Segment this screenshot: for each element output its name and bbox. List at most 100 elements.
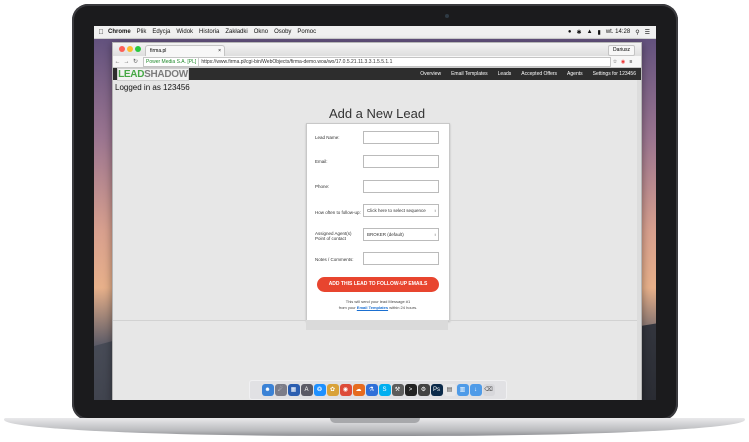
bluetooth-icon[interactable]: ✱: [577, 29, 582, 36]
note-prefix: from your: [338, 305, 356, 310]
url-path: /cgi-bin/WebObjects/firma-demo.woa/wo/17…: [244, 58, 393, 65]
agent-select-value: BROKER (default): [367, 232, 404, 237]
menu-item-edycja[interactable]: Edycja: [152, 29, 170, 35]
wifi-icon[interactable]: ▲: [587, 29, 593, 35]
camera-icon: [445, 14, 449, 18]
menu-clock[interactable]: wt. 14:28: [606, 29, 630, 35]
forward-icon[interactable]: →: [122, 59, 131, 65]
microphone-icon[interactable]: ●: [568, 29, 572, 35]
tools-icon[interactable]: ⚒: [391, 384, 404, 396]
nav-email-templates[interactable]: Email Templates: [451, 71, 488, 77]
laptop-notch: [330, 418, 420, 423]
agent-select[interactable]: BROKER (default) ↕: [363, 228, 439, 241]
notes-input[interactable]: [363, 252, 439, 265]
firefox-icon[interactable]: ☁: [352, 384, 365, 396]
app-store-icon[interactable]: A: [300, 384, 313, 396]
chrome-icon[interactable]: ◉: [339, 384, 352, 396]
battery-icon[interactable]: ▮: [598, 29, 601, 36]
form-note: This will send your lead Message #1 from…: [307, 299, 449, 311]
star-icon[interactable]: ☆: [611, 59, 619, 65]
logo-lead: LEAD: [118, 69, 145, 80]
lead-name-label: Lead Name:: [315, 135, 340, 140]
phone-input[interactable]: [363, 180, 439, 193]
browser-titlebar: firma.pl × Dariusz: [113, 43, 641, 56]
browser-tab[interactable]: firma.pl ×: [145, 45, 225, 56]
nav-accepted-offers[interactable]: Accepted Offers: [521, 71, 557, 77]
agent-label: Assigned Agent(s) Point of contact: [315, 231, 352, 241]
updown-arrow-icon: ↕: [434, 232, 436, 237]
menu-item-zakladki[interactable]: Zakładki: [225, 29, 247, 35]
search-icon[interactable]: ⚲: [635, 29, 639, 36]
menu-item-historia[interactable]: Historia: [199, 29, 219, 35]
skype-icon[interactable]: S: [378, 384, 391, 396]
finder-icon[interactable]: ☻: [261, 384, 274, 396]
nav-settings[interactable]: Settings for 123456: [593, 71, 636, 77]
dock: ☻ ☄ ▦ A ❂ ✿ ◉ ☁ ⚗ S ⚒ > ⚙ Ps ▤ ▥ ↓ ⌫: [249, 380, 507, 400]
tab-title: firma.pl: [150, 48, 167, 54]
logged-in-text: Logged in as 123456: [115, 83, 190, 92]
back-icon[interactable]: ←: [113, 59, 122, 65]
photos-icon[interactable]: ✿: [326, 384, 339, 396]
email-templates-link[interactable]: Email Templates: [357, 305, 388, 310]
menu-status-area: ● ✱ ▲ ▮ wt. 14:28 ⚲ ☰: [568, 29, 656, 36]
email-label: Email:: [315, 159, 328, 164]
nav-leads[interactable]: Leads: [498, 71, 512, 77]
form-footer-strip: [306, 320, 448, 330]
menu-icon[interactable]: ≡: [627, 59, 635, 65]
mission-control-icon[interactable]: ▦: [287, 384, 300, 396]
lead-name-input[interactable]: [363, 131, 439, 144]
nav-overview[interactable]: Overview: [420, 71, 441, 77]
add-lead-button[interactable]: ADD THIS LEAD TO FOLLOW-UP EMAILS: [317, 277, 439, 292]
note-line1: This will send your lead Message #1: [345, 299, 411, 304]
leadshadow-logo[interactable]: LEADSHADOW: [117, 68, 189, 81]
agent-label-line2: Point of contact: [315, 236, 347, 241]
document-icon[interactable]: ▤: [443, 384, 456, 396]
page-title: Add a New Lead: [328, 106, 426, 121]
phone-label: Phone:: [315, 184, 330, 189]
photoshop-icon[interactable]: Ps: [430, 384, 443, 396]
notes-label: Notes / Comments:: [315, 257, 354, 262]
extension-icon[interactable]: ◉: [619, 59, 627, 65]
browser-window: firma.pl × Dariusz ← → ↻ Power Media S.A…: [112, 42, 642, 400]
updown-arrow-icon: ↕: [434, 208, 436, 213]
settings-icon[interactable]: ⚙: [417, 384, 430, 396]
minimize-window-button[interactable]: [127, 46, 133, 52]
menu-item-widok[interactable]: Widok: [176, 29, 193, 35]
browser-toolbar: ← → ↻ Power Media S.A. [PL] https://www.…: [113, 56, 641, 68]
web-page: LEADSHADOW Overview Email Templates Lead…: [113, 68, 641, 400]
trash-icon[interactable]: ⌫: [482, 384, 495, 396]
utility-icon[interactable]: ⚗: [365, 384, 378, 396]
followup-select[interactable]: Click here to select sequence ↕: [363, 204, 439, 217]
menu-bar:  Chrome Plik Edycja Widok Historia Zakł…: [94, 26, 656, 39]
note-suffix: within 24 hours.: [389, 305, 418, 310]
add-lead-form: Lead Name: Email: Phone: How often to fo…: [306, 123, 450, 321]
profile-button[interactable]: Dariusz: [608, 45, 635, 56]
menu-item-plik[interactable]: Plik: [137, 29, 147, 35]
followup-label: How often to follow-up:: [315, 210, 361, 215]
url-host: https://www.firma.pl: [201, 58, 245, 65]
safari-icon[interactable]: ❂: [313, 384, 326, 396]
terminal-icon[interactable]: >: [404, 384, 417, 396]
close-tab-icon[interactable]: ×: [218, 46, 221, 56]
apple-icon[interactable]: : [94, 29, 108, 36]
menu-item-okno[interactable]: Okno: [254, 29, 268, 35]
menu-item-osoby[interactable]: Osoby: [274, 29, 291, 35]
address-bar[interactable]: Power Media S.A. [PL] https://www.firma.…: [143, 56, 611, 67]
followup-select-value: Click here to select sequence: [367, 208, 426, 213]
list-icon[interactable]: ☰: [645, 29, 650, 36]
menu-app-name[interactable]: Chrome: [108, 29, 131, 35]
close-window-button[interactable]: [119, 46, 125, 52]
secure-badge[interactable]: Power Media S.A. [PL]: [144, 57, 200, 66]
reload-icon[interactable]: ↻: [131, 58, 140, 65]
folder-icon[interactable]: ▥: [456, 384, 469, 396]
downloads-folder-icon[interactable]: ↓: [469, 384, 482, 396]
zoom-window-button[interactable]: [135, 46, 141, 52]
launchpad-icon[interactable]: ☄: [274, 384, 287, 396]
screen:  Chrome Plik Edycja Widok Historia Zakł…: [94, 26, 656, 400]
email-input[interactable]: [363, 155, 439, 168]
menu-item-pomoc[interactable]: Pomoc: [297, 29, 316, 35]
nav-agents[interactable]: Agents: [567, 71, 583, 77]
logo-shadow: SHADOW: [144, 69, 188, 80]
page-scrollbar[interactable]: [637, 80, 641, 400]
app-navbar: LEADSHADOW Overview Email Templates Lead…: [113, 68, 641, 81]
